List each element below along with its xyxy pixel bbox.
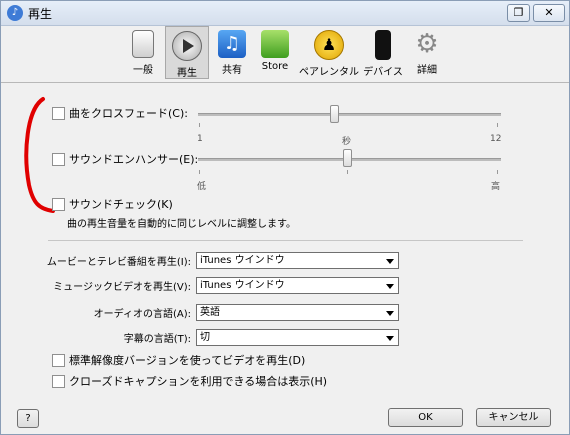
sound-enhancer-label: サウンドエンハンサー(E): [69, 153, 199, 166]
subtitle-language-select[interactable]: 切 [196, 329, 399, 346]
cancel-button[interactable]: キャンセル [476, 408, 551, 427]
sound-check-description: 曲の再生音量を自動的に同じレベルに調整します。 [67, 219, 296, 230]
standard-definition-row: 標準解像度バージョンを使ってビデオを再生(D) [52, 352, 305, 368]
restore-button[interactable]: ❐ [507, 4, 530, 22]
sound-check-label: サウンドチェック(K) [69, 198, 173, 211]
tab-advanced[interactable]: ⚙ 詳細 [405, 26, 449, 79]
crossfade-unit-label: 秒 [342, 137, 352, 147]
play-icon [172, 31, 202, 61]
chevron-down-icon [386, 284, 394, 289]
crossfade-label: 曲をクロスフェード(C): [69, 107, 188, 120]
toolbar-divider [1, 82, 569, 83]
standard-definition-checkbox[interactable] [52, 353, 65, 367]
sound-enhancer-slider-thumb[interactable] [343, 149, 352, 167]
crossfade-slider-thumb[interactable] [330, 105, 339, 123]
chevron-down-icon [386, 311, 394, 316]
enhancer-low-label: 低 [197, 182, 207, 192]
itunes-icon: ♪ [7, 5, 23, 21]
tab-parental[interactable]: ♟ ペアレンタル [298, 26, 360, 79]
music-video-select[interactable]: iTunes ウインドウ [196, 277, 399, 294]
crossfade-max-label: 12 [490, 134, 502, 144]
crossfade-checkbox[interactable] [52, 106, 65, 120]
standard-definition-label: 標準解像度バージョンを使ってビデオを再生(D) [69, 354, 306, 367]
iphone-icon [375, 30, 391, 60]
preferences-window: ♪ 再生 ❐ ✕ 一般 再生 ♫ 共有 Store ♟ ペアレンタル デバイス … [0, 0, 570, 435]
subtitle-language-label: 字幕の言語(T): [123, 334, 191, 345]
crossfade-row: 曲をクロスフェード(C): [52, 105, 188, 121]
window-title: 再生 [28, 7, 53, 21]
tab-sharing[interactable]: ♫ 共有 [210, 26, 254, 79]
closed-caption-row: クローズドキャプションを利用できる場合は表示(H) [52, 373, 327, 389]
sound-check-checkbox[interactable] [52, 197, 65, 211]
gear-icon: ⚙ [415, 29, 439, 59]
tab-playback[interactable]: 再生 [165, 26, 209, 79]
enhancer-tick-middle [347, 170, 348, 174]
sound-enhancer-row: サウンドエンハンサー(E): [52, 151, 198, 167]
crossfade-min-label: 1 [197, 134, 203, 144]
tab-general[interactable]: 一般 [121, 26, 165, 79]
enhancer-tick-start [199, 170, 200, 174]
preferences-toolbar: 一般 再生 ♫ 共有 Store ♟ ペアレンタル デバイス ⚙ 詳細 [1, 26, 569, 82]
crossfade-tick-end [497, 123, 498, 127]
title-bar: ♪ 再生 ❐ ✕ [1, 1, 569, 26]
chevron-down-icon [386, 336, 394, 341]
crossfade-slider-track[interactable] [198, 113, 501, 116]
section-divider [48, 240, 523, 241]
enhancer-high-label: 高 [491, 182, 501, 192]
close-button[interactable]: ✕ [533, 4, 565, 22]
crossfade-tick-start [199, 123, 200, 127]
sound-check-row: サウンドチェック(K) [52, 196, 173, 212]
tab-devices[interactable]: デバイス [361, 26, 405, 79]
closed-caption-checkbox[interactable] [52, 374, 65, 388]
sound-enhancer-checkbox[interactable] [52, 152, 65, 166]
closed-caption-label: クローズドキャプションを利用できる場合は表示(H) [69, 375, 328, 388]
audio-language-label: オーディオの言語(A): [93, 309, 191, 320]
help-button[interactable]: ? [17, 409, 39, 428]
tab-store[interactable]: Store [253, 26, 297, 79]
switch-icon [132, 30, 154, 58]
movies-label: ムービーとテレビ番組を再生(I): [46, 257, 191, 268]
music-note-icon: ♫ [218, 30, 246, 58]
ok-button[interactable]: OK [388, 408, 463, 427]
music-video-label: ミュージックビデオを再生(V): [53, 282, 191, 293]
parental-icon: ♟ [314, 30, 344, 60]
movies-select[interactable]: iTunes ウインドウ [196, 252, 399, 269]
shopping-bag-icon [261, 30, 289, 58]
chevron-down-icon [386, 259, 394, 264]
enhancer-tick-end [497, 170, 498, 174]
audio-language-select[interactable]: 英語 [196, 304, 399, 321]
